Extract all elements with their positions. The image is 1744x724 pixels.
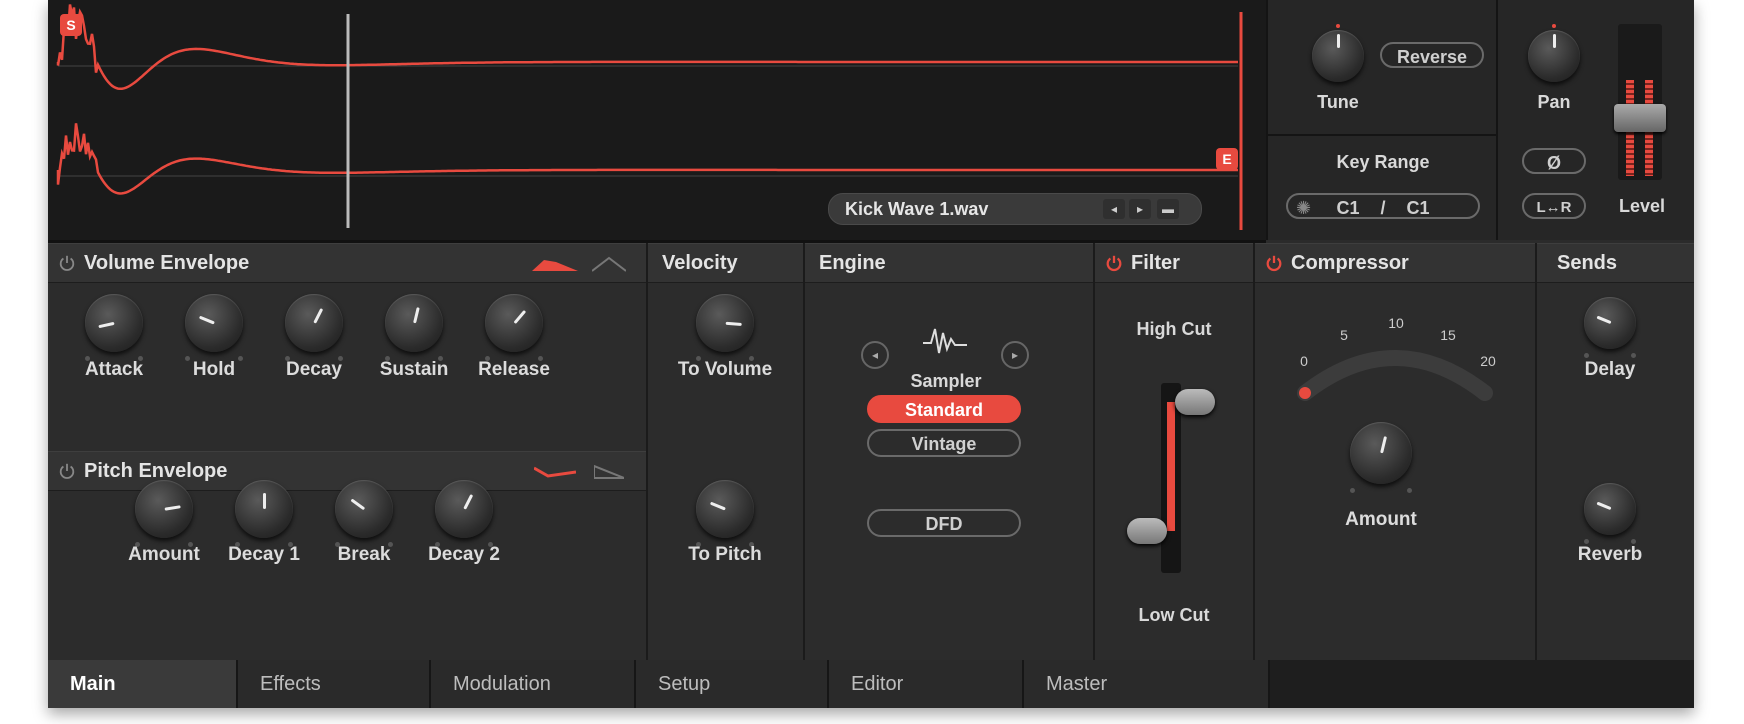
sample-filename: Kick Wave 1.wav: [845, 199, 988, 220]
level-fader[interactable]: [1614, 104, 1666, 132]
pan-label: Pan: [1514, 92, 1594, 113]
sample-end-marker[interactable]: E: [1216, 148, 1238, 170]
compressor-scale-5: 5: [1329, 327, 1359, 343]
engine-mode-label: Sampler: [805, 371, 1087, 392]
sample-file-selector[interactable]: Kick Wave 1.wav ◂ ▸ ▬: [828, 193, 1202, 225]
compressor-scale-0: 0: [1289, 353, 1319, 369]
pitch-break-knob[interactable]: [335, 480, 393, 538]
folder-icon[interactable]: ▬: [1157, 199, 1179, 219]
reverb-knob[interactable]: [1584, 483, 1636, 535]
pitch-decay-2-label: Decay 2: [404, 544, 524, 566]
compressor-amount-label: Amount: [1321, 509, 1441, 531]
compressor-amount-knob[interactable]: [1350, 422, 1412, 484]
filter-section: Filter High Cut Low Cut: [1095, 243, 1253, 660]
sustain-knob[interactable]: [385, 294, 443, 352]
compressor-scale-20: 20: [1473, 353, 1503, 369]
engine-section: Engine ◂ ▸ Sampler Standard Vintage DFD: [805, 243, 1093, 660]
volume-envelope-title: Volume Envelope: [84, 252, 249, 275]
compressor-title: Compressor: [1291, 252, 1409, 275]
chevron-left-icon[interactable]: ◂: [1103, 199, 1125, 219]
tab-editor[interactable]: Editor: [829, 660, 1024, 708]
drum-sampler-plugin: S E Kick Wave 1.wav ◂ ▸ ▬ Tune Reverse K…: [48, 0, 1694, 708]
reverb-label: Reverb: [1550, 544, 1670, 566]
tab-effects[interactable]: Effects: [238, 660, 431, 708]
power-icon[interactable]: [1105, 254, 1123, 272]
engine-vintage-button[interactable]: Vintage: [867, 429, 1021, 457]
phase-invert-button[interactable]: Ø: [1522, 148, 1586, 174]
sample-start-marker[interactable]: S: [60, 14, 82, 36]
tune-knob[interactable]: [1312, 30, 1364, 82]
power-icon[interactable]: [58, 254, 76, 272]
attack-knob[interactable]: [85, 294, 143, 352]
filter-title: Filter: [1131, 252, 1180, 275]
keyboard-icon: ✺: [1296, 195, 1311, 221]
knob-range-dots: [1350, 488, 1412, 494]
decay-knob[interactable]: [285, 294, 343, 352]
pitch-amount-knob[interactable]: [135, 480, 193, 538]
engine-standard-button[interactable]: Standard: [867, 395, 1021, 423]
pitch-envelope-title: Pitch Envelope: [84, 460, 227, 483]
sends-section: Sends Delay Reverb: [1537, 243, 1694, 660]
tab-bar: Main Effects Modulation Setup Editor Master: [48, 660, 1694, 708]
sends-title: Sends: [1557, 252, 1617, 275]
envelope-ahd-icon[interactable]: [532, 256, 578, 272]
compressor-section: Compressor 0 5 10 15 20 Amount: [1255, 243, 1535, 660]
hold-knob[interactable]: [185, 294, 243, 352]
pitch-decay-1-knob[interactable]: [235, 480, 293, 538]
velocity-title: Velocity: [662, 252, 738, 275]
to-volume-knob[interactable]: [696, 294, 754, 352]
chevron-right-icon[interactable]: ▸: [1129, 199, 1151, 219]
to-pitch-label: To Pitch: [665, 544, 785, 566]
sampler-wave-icon: [921, 321, 969, 361]
tab-master[interactable]: Master: [1024, 660, 1270, 708]
volume-envelope-section: Volume Envelope Attack Hold Decay Sustain Re…: [48, 243, 646, 451]
engine-next-icon[interactable]: ▸: [1001, 341, 1029, 369]
velocity-section: Velocity To Volume To Pitch: [648, 243, 803, 660]
key-low[interactable]: C1: [1336, 198, 1359, 218]
engine-prev-icon[interactable]: ◂: [861, 341, 889, 369]
delay-label: Delay: [1550, 359, 1670, 381]
key-range-label: Key Range: [1268, 152, 1498, 173]
key-high[interactable]: C1: [1407, 198, 1430, 218]
pan-level-panel: Pan Ø L↔R Level: [1496, 0, 1694, 240]
tune-keyrange-panel: Tune Reverse Key Range ✺ C1 / C1: [1266, 0, 1498, 240]
pitch-envelope-mode-1-icon[interactable]: [534, 464, 576, 480]
low-cut-slider[interactable]: [1127, 518, 1167, 544]
pitch-decay-2-knob[interactable]: [435, 480, 493, 538]
low-cut-label: Low Cut: [1095, 605, 1253, 626]
key-separator: /: [1380, 198, 1385, 218]
engine-dfd-button[interactable]: DFD: [867, 509, 1021, 537]
tab-main[interactable]: Main: [48, 660, 238, 708]
release-knob[interactable]: [485, 294, 543, 352]
reverse-button[interactable]: Reverse: [1380, 42, 1484, 68]
lr-swap-button[interactable]: L↔R: [1522, 193, 1586, 219]
tune-label: Tune: [1298, 92, 1378, 113]
compressor-scale-15: 15: [1433, 327, 1463, 343]
engine-title: Engine: [819, 252, 886, 275]
pitch-envelope-mode-2-icon[interactable]: [594, 464, 624, 480]
power-icon[interactable]: [1265, 254, 1283, 272]
power-icon[interactable]: [58, 462, 76, 480]
level-label: Level: [1602, 196, 1682, 217]
compressor-scale-10: 10: [1381, 315, 1411, 331]
high-cut-slider[interactable]: [1175, 389, 1215, 415]
high-cut-label: High Cut: [1095, 319, 1253, 340]
release-label: Release: [454, 359, 574, 381]
level-meter: [1618, 24, 1662, 180]
tab-setup[interactable]: Setup: [636, 660, 829, 708]
filter-range-bar: [1167, 402, 1175, 531]
envelope-adsr-icon[interactable]: [592, 256, 626, 272]
tab-modulation[interactable]: Modulation: [431, 660, 636, 708]
pan-knob[interactable]: [1528, 30, 1580, 82]
key-range-field[interactable]: ✺ C1 / C1: [1286, 193, 1480, 219]
delay-knob[interactable]: [1584, 297, 1636, 349]
to-pitch-knob[interactable]: [696, 480, 754, 538]
waveform-display[interactable]: S E Kick Wave 1.wav ◂ ▸ ▬: [48, 0, 1266, 243]
pitch-envelope-section: Pitch Envelope Amount Decay 1 Break Decay 2: [48, 451, 646, 660]
to-volume-label: To Volume: [665, 359, 785, 381]
